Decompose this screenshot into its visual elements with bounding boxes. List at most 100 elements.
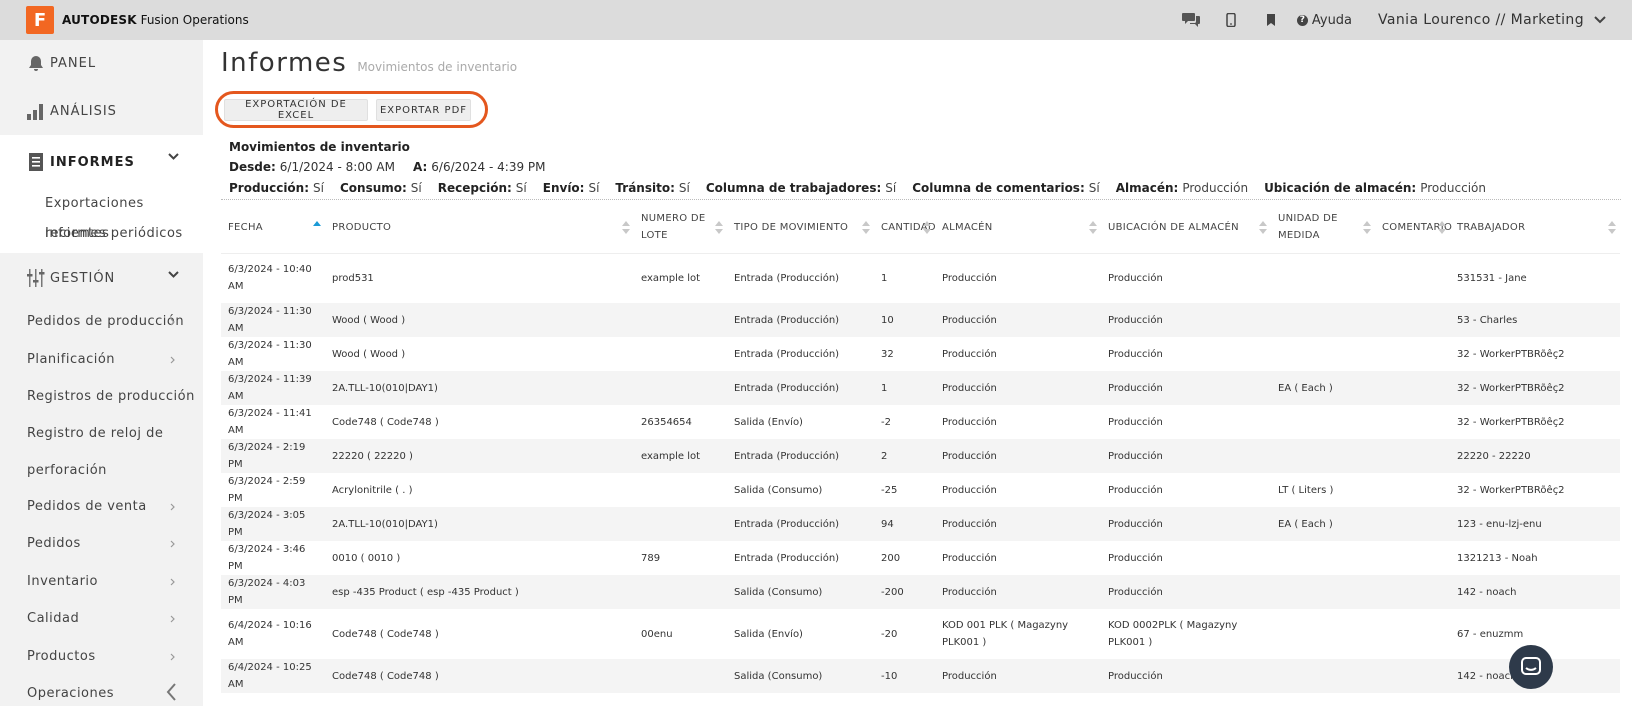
table-row[interactable]: 6/3/2024 - 3:46 PM 0010 ( 0010 ) 789 Entrad… xyxy=(221,541,1620,575)
sidebar-item-production-records[interactable]: Registros de producción xyxy=(0,378,203,416)
table-row[interactable]: 6/3/2024 - 11:30 AM Wood ( Wood ) Entrada … xyxy=(221,303,1620,337)
header-col-quantity[interactable]: CANTIDAD xyxy=(874,202,936,254)
report-param-value: Sí xyxy=(588,181,600,195)
table-row[interactable]: 6/4/2024 - 10:16 AM Code748 ( Code748 ) 00… xyxy=(221,609,1620,659)
cell-col-lot-number xyxy=(634,337,727,371)
user-menu[interactable]: Vania Lourenco // Marketing xyxy=(1378,12,1606,28)
bell-icon xyxy=(26,54,46,74)
header-col-comment[interactable]: COMENTARIO xyxy=(1375,202,1452,254)
cell-col-worker: 123 - enu-lzj-enu xyxy=(1450,507,1620,541)
report-param: Columna de comentarios: Sí xyxy=(912,181,1099,195)
chevron-right-icon xyxy=(170,356,175,363)
page-subtitle: Movimientos de inventario xyxy=(357,60,518,74)
sidebar-item-recent-exports[interactable]: Exportaciones recientes xyxy=(0,189,203,241)
bookmark-icon[interactable] xyxy=(1251,0,1291,40)
sidebar-item-inventory[interactable]: Inventario xyxy=(0,563,203,601)
sort-icon xyxy=(1089,221,1097,234)
sort-icon xyxy=(1363,221,1371,234)
report-param-label: Ubicación de almacén: xyxy=(1264,181,1417,195)
cell-col-lot-number xyxy=(634,507,727,541)
header-label: NUMERO DE LOTE xyxy=(641,213,706,242)
header-col-worker[interactable]: TRABAJADOR xyxy=(1450,202,1620,254)
table-row[interactable]: 6/3/2024 - 11:39 AM 2A.TLL-10(010|DAY1) En… xyxy=(221,371,1620,405)
table-row[interactable]: 6/4/2024 - 10:25 AM Code748 ( Code748 ) Sa… xyxy=(221,659,1620,693)
brand-name: AUTODESK Fusion Operations xyxy=(62,13,249,27)
sort-icon xyxy=(923,221,931,234)
report-param-label: Consumo: xyxy=(339,181,407,195)
cell-col-movement-type: Entrada (Producción) xyxy=(734,348,840,360)
from-value: 6/1/2024 - 8:00 AM xyxy=(279,160,395,174)
fusion-logo-icon[interactable]: F xyxy=(26,6,54,34)
divider xyxy=(221,199,1621,200)
cell-col-date: 6/3/2024 - 10:40 AM xyxy=(228,264,312,293)
collapse-sidebar-icon[interactable] xyxy=(164,682,180,702)
cell-col-movement-type: Entrada (Producción) xyxy=(734,552,840,564)
sidebar-item-punch-clock-record[interactable]: Registro de reloj de perforación xyxy=(0,416,170,488)
chevron-right-icon xyxy=(170,578,175,585)
header-col-warehouse[interactable]: ALMACÉN xyxy=(935,202,1101,254)
brand-product: Fusion Operations xyxy=(140,13,249,27)
cell-col-warehouse: Producción xyxy=(942,552,997,564)
header-col-lot-number[interactable]: NUMERO DE LOTE xyxy=(634,202,727,254)
report-param-value: Sí xyxy=(885,181,897,195)
cell-col-product: Acrylonitrile ( . ) xyxy=(332,484,413,496)
sidebar-item-label: PANEL xyxy=(50,56,97,71)
cell-col-product: Wood ( Wood ) xyxy=(332,348,406,360)
header-col-date[interactable]: FECHA xyxy=(221,202,325,254)
cell-col-lot-number: 789 xyxy=(641,552,661,564)
chat-icon[interactable] xyxy=(1171,0,1211,40)
sidebar-item-production-orders[interactable]: Pedidos de producción xyxy=(0,303,203,341)
cell-col-worker: 142 - noach xyxy=(1450,575,1620,609)
help-link[interactable]: ? Ayuda xyxy=(1296,13,1352,28)
header-col-unit[interactable]: UNIDAD DE MEDIDA xyxy=(1271,202,1375,254)
cell-col-quantity: -10 xyxy=(874,659,935,693)
table-row[interactable]: 6/3/2024 - 4:03 PM esp -435 Product ( esp… xyxy=(221,575,1620,609)
cell-col-date: 6/3/2024 - 3:46 PM xyxy=(228,544,306,572)
report-date-range: Desde: 6/1/2024 - 8:00 AM A: 6/6/2024 - … xyxy=(229,160,546,174)
from-label: Desde: xyxy=(229,160,276,174)
cell-col-warehouse: Producción xyxy=(935,303,1101,337)
cell-col-quantity: 200 xyxy=(881,552,901,564)
export-excel-button[interactable]: EXPORTACIÓN DE EXCEL xyxy=(224,99,368,121)
table-row[interactable]: 6/3/2024 - 10:40 AM prod531 example lot Ent… xyxy=(221,253,1620,303)
report-param-value: Sí xyxy=(1088,181,1100,195)
sidebar-item-analysis[interactable]: ANÁLISIS xyxy=(0,87,203,135)
sidebar-item-products[interactable]: Productos xyxy=(0,638,203,676)
sidebar-item-planning[interactable]: Planificación xyxy=(0,341,203,379)
cell-col-unit: LT ( Liters ) xyxy=(1278,484,1334,496)
cell-col-date: 6/3/2024 - 2:59 PM xyxy=(228,476,306,504)
cell-col-quantity: 94 xyxy=(874,507,935,541)
cell-col-movement-type: Entrada (Producción) xyxy=(734,272,840,284)
sidebar-item-reports[interactable]: INFORMES xyxy=(0,135,203,189)
cell-col-movement-type: Salida (Envío) xyxy=(734,628,803,640)
cell-col-product: Code748 ( Code748 ) xyxy=(325,659,634,693)
sidebar-item-panel[interactable]: PANEL xyxy=(0,40,203,87)
cell-col-movement-type: Salida (Consumo) xyxy=(727,575,874,609)
cell-col-movement-type: Salida (Consumo) xyxy=(727,659,874,693)
header-col-warehouse-location[interactable]: UBICACIÓN DE ALMACÉN xyxy=(1101,202,1271,254)
table-row[interactable]: 6/3/2024 - 2:59 PM Acrylonitrile ( . ) Sal… xyxy=(221,473,1620,507)
cell-col-movement-type: Salida (Consumo) xyxy=(734,484,823,496)
cell-col-quantity: -200 xyxy=(874,575,935,609)
cell-col-lot-number xyxy=(634,303,727,337)
cell-col-quantity: 1 xyxy=(874,371,935,405)
header-col-movement-type[interactable]: TIPO DE MOVIMIENTO xyxy=(727,202,874,254)
sidebar-item-label: Productos xyxy=(27,648,96,664)
sidebar-item-quality[interactable]: Calidad xyxy=(0,600,203,638)
table-row[interactable]: 6/3/2024 - 11:30 AM Wood ( Wood ) Entrada … xyxy=(221,337,1620,371)
mobile-icon[interactable] xyxy=(1211,0,1251,40)
sidebar-item-sales-orders[interactable]: Pedidos de venta xyxy=(0,488,203,526)
cell-col-quantity: -25 xyxy=(881,484,898,496)
cell-col-product: Code748 ( Code748 ) xyxy=(332,628,439,640)
sidebar-item-orders[interactable]: Pedidos xyxy=(0,525,203,563)
chevron-down-icon xyxy=(1594,16,1606,24)
table-row[interactable]: 6/3/2024 - 3:05 PM 2A.TLL-10(010|DAY1) Ent… xyxy=(221,507,1620,541)
sidebar-item-periodic-reports[interactable]: Informes periódicos xyxy=(0,219,203,249)
chat-support-button[interactable] xyxy=(1509,645,1553,689)
header-col-product[interactable]: PRODUCTO xyxy=(325,202,634,254)
cell-col-product: 2A.TLL-10(010|DAY1) xyxy=(325,371,634,405)
table-row[interactable]: 6/3/2024 - 2:19 PM 22220 ( 22220 ) example… xyxy=(221,439,1620,473)
table-row[interactable]: 6/3/2024 - 11:41 AM Code748 ( Code748 ) 26… xyxy=(221,405,1620,439)
sidebar-item-management[interactable]: GESTIÓN xyxy=(0,253,203,303)
export-pdf-button[interactable]: EXPORTAR PDF xyxy=(376,99,471,121)
